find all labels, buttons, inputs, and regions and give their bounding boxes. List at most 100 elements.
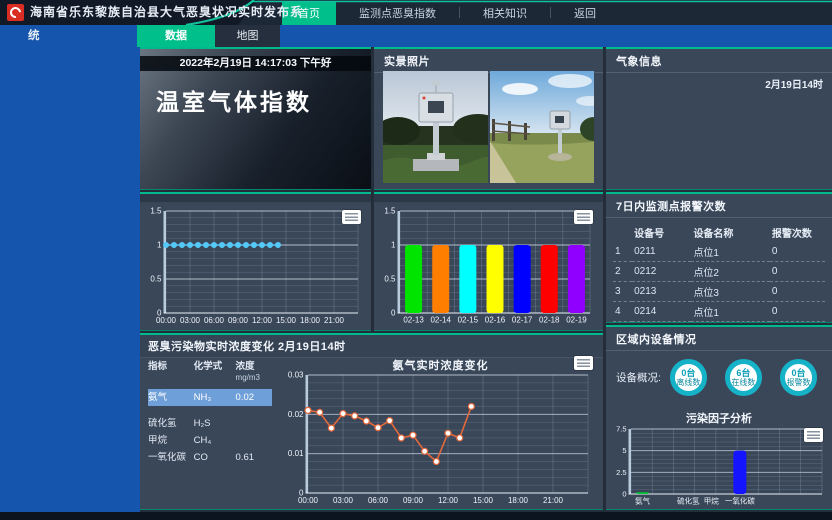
daily-index-chart: 00.511.502-1302-1402-1502-1602-1702-1802… (376, 205, 600, 327)
svg-text:02-16: 02-16 (485, 316, 506, 325)
alarm-col-header: 报警次数 (770, 222, 825, 242)
site-photo-1 (383, 71, 488, 183)
chart-menu-icon[interactable] (804, 428, 823, 442)
nav-item-back[interactable]: 返回 (564, 1, 606, 25)
svg-text:1: 1 (157, 241, 162, 250)
tab-data[interactable]: 数据 (137, 25, 215, 47)
pollutant-cell: 一氧化碳 (148, 450, 194, 465)
svg-text:一氧化碳: 一氧化碳 (725, 496, 755, 506)
pollutant-row[interactable]: 甲烷CH₄ (148, 433, 272, 448)
device-stats-row: 设备概况: 0台离线数6台在线数0台报警数 (606, 346, 832, 408)
bottom-strip (0, 512, 832, 520)
table-cell: 0 (770, 282, 825, 302)
svg-text:0.03: 0.03 (288, 371, 304, 380)
datetime-banner: 2022年2月19日 14:17:03 下午好 (140, 56, 371, 71)
stat-label: 报警数 (786, 378, 810, 387)
svg-text:15:00: 15:00 (473, 496, 494, 505)
svg-text:硫化氢: 硫化氢 (677, 496, 700, 506)
col-indicator: 指标 (148, 358, 194, 383)
pollutant-row[interactable]: 硫化氢H₂S (148, 416, 272, 431)
pollutant-row[interactable]: 氨气NH₃0.02 (148, 389, 272, 406)
svg-text:氨气: 氨气 (635, 496, 650, 506)
table-cell: 0213 (632, 282, 691, 302)
topbar: 首页监测点恶臭指数相关知识返回 海南省乐东黎族自治县大气恶臭状况实时发布系 (0, 0, 832, 25)
pollutant-cell: NH₃ (194, 389, 236, 406)
alarm-panel-title: 7日内监测点报警次数 (606, 194, 832, 218)
greenhouse-index-title: 温室气体指数 (156, 83, 312, 117)
svg-text:0.5: 0.5 (150, 275, 162, 284)
svg-text:02-14: 02-14 (430, 316, 451, 325)
table-row: 30213点位30 (613, 282, 825, 302)
table-cell: 0 (770, 302, 825, 322)
alarm-col-header (613, 222, 632, 242)
photos-row (383, 71, 594, 183)
pollutant-cell (236, 416, 272, 431)
table-cell: 0214 (632, 302, 691, 322)
device-stat-circles: 0台离线数6台在线数0台报警数 (661, 359, 826, 396)
factor-chart-title: 污染因子分析 (606, 410, 832, 426)
ammonia-chart: 00.010.020.0300:0003:0006:0009:0012:0015… (280, 371, 598, 507)
devices-panel: 区域内设备情况 设备概况: 0台离线数6台在线数0台报警数 污染因子分析 02.… (606, 325, 832, 510)
stat-label: 在线数 (731, 378, 755, 387)
svg-text:7.5: 7.5 (616, 426, 626, 434)
view-tabs: 数据地图 (137, 25, 280, 47)
app-title-wrapped-char: 统 (28, 25, 40, 47)
greenhouse-index-panel: 2022年2月19日 14:17:03 下午好 温室气体指数 (140, 47, 371, 190)
svg-text:02-17: 02-17 (512, 316, 533, 325)
device-overview-label: 设备概况: (616, 370, 661, 385)
pollutant-cell: 硫化氢 (148, 416, 194, 431)
svg-text:21:00: 21:00 (543, 496, 564, 505)
ammonia-chart-wrap: 氨气实时浓度变化 00.010.020.0300:0003:0006:0009:… (278, 354, 603, 509)
odor-panel-body: 指标 化学式 浓度 mg/m3 氨气NH₃0.02硫化氢H₂S甲烷CH₄一氧化碳… (140, 354, 603, 509)
concentration-unit: mg/m3 (236, 373, 260, 382)
pollutant-cell (236, 433, 272, 448)
pollutant-row[interactable]: 一氧化碳CO0.61 (148, 450, 272, 465)
table-cell: 0 (770, 262, 825, 282)
tab-map[interactable]: 地图 (215, 25, 280, 47)
table-cell: 点位3 (691, 282, 769, 302)
tab-band: 统 数据地图 (0, 25, 832, 47)
table-cell: 点位1 (691, 302, 769, 322)
table-cell: 点位1 (691, 242, 769, 262)
table-cell: 0 (770, 242, 825, 262)
weather-timestamp: 2月19日14时 (606, 73, 832, 94)
table-row: 10211点位10 (613, 242, 825, 262)
chart-menu-icon[interactable] (342, 210, 361, 224)
svg-text:03:00: 03:00 (333, 496, 354, 505)
table-cell: 0212 (632, 262, 691, 282)
chart-menu-icon[interactable] (574, 356, 593, 370)
svg-text:12:00: 12:00 (438, 496, 459, 505)
nav-item-knowledge[interactable]: 相关知识 (473, 1, 537, 25)
weather-panel: 气象信息 2月19日14时 (606, 47, 832, 190)
stat-label: 离线数 (676, 378, 700, 387)
pollutant-table-header: 指标 化学式 浓度 mg/m3 (148, 358, 272, 383)
main-nav: 首页监测点恶臭指数相关知识返回 (238, 0, 832, 25)
svg-text:1.5: 1.5 (384, 207, 396, 216)
svg-text:09:00: 09:00 (228, 316, 249, 325)
pollutant-cell: H₂S (194, 416, 236, 431)
table-row: 20212点位20 (613, 262, 825, 282)
gas-index-chart-panel: 00.511.500:0003:0006:0009:0012:0015:0018… (140, 192, 371, 331)
panel-top-strip (140, 194, 371, 203)
svg-text:02-19: 02-19 (566, 316, 587, 325)
device-stat-circle: 0台报警数 (780, 359, 817, 396)
svg-text:09:00: 09:00 (403, 496, 424, 505)
svg-text:02-15: 02-15 (458, 316, 479, 325)
gas-index-chart: 00.511.500:0003:0006:0009:0012:0015:0018… (142, 205, 368, 327)
nav-item-odor-index[interactable]: 监测点恶臭指数 (349, 1, 446, 25)
svg-text:0.02: 0.02 (288, 410, 304, 419)
table-row: 40214点位10 (613, 302, 825, 322)
pollutant-cell: CH₄ (194, 433, 236, 448)
svg-text:2.5: 2.5 (616, 468, 626, 477)
pollutant-cell: 氨气 (148, 389, 194, 406)
pollutant-cell: 0.02 (236, 389, 272, 406)
svg-text:甲烷: 甲烷 (704, 496, 720, 506)
device-stat-circle: 6台在线数 (725, 359, 762, 396)
svg-text:0.5: 0.5 (384, 275, 396, 284)
odor-realtime-panel: 恶臭污染物实时浓度变化 2月19日14时 指标 化学式 浓度 mg/m3 氨气N… (140, 333, 603, 510)
site-photos-panel: 实景照片 (374, 47, 603, 190)
sidebar (0, 47, 140, 512)
table-cell: 点位2 (691, 262, 769, 282)
chart-menu-icon[interactable] (574, 210, 593, 224)
svg-text:5: 5 (622, 446, 626, 455)
